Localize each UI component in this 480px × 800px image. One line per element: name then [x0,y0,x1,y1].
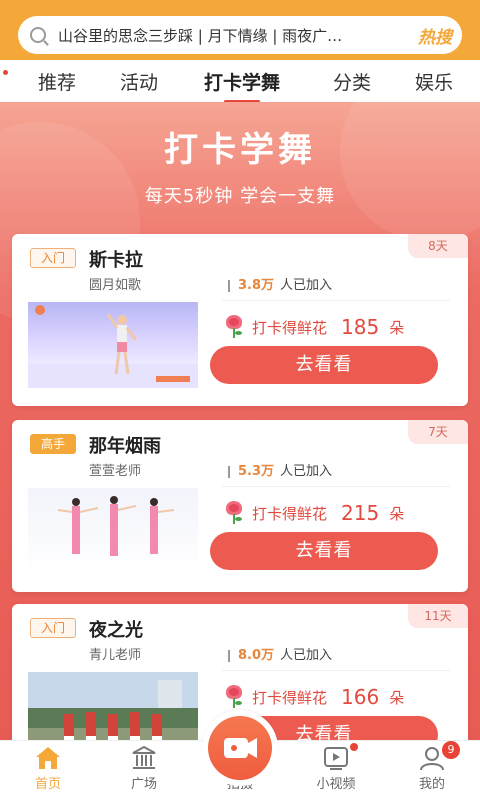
home-icon [36,747,60,769]
hot-search-button[interactable]: 热搜 [418,23,452,48]
course-card[interactable]: 高手 那年烟雨 萱萱老师 7天 5.3万 人已加入 打卡得鲜花 215 朵 去看… [12,420,468,592]
joined-suffix: 人已加入 [280,278,333,293]
reward-row: 打卡得鲜花 166 朵 [224,682,454,712]
level-badge: 高手 [30,434,76,454]
view-button[interactable]: 去看看 [210,532,438,570]
tab-activity[interactable]: 活动 [120,68,158,95]
flower-icon [224,315,244,339]
level-badge: 入门 [30,248,76,268]
flower-icon [224,685,244,709]
days-tag: 7天 [408,420,468,444]
reward-row: 打卡得鲜花 215 朵 [224,498,454,528]
reward-label: 打卡得鲜花 [252,504,328,523]
teacher-name: 青儿老师 [89,648,142,663]
course-title: 斯卡拉 [89,250,143,271]
course-title: 那年烟雨 [89,436,161,457]
view-button[interactable]: 去看看 [210,346,438,384]
hero-subtitle: 每天5秒钟 学会一支舞 [144,186,336,207]
joined-count: 3.8万 [238,278,275,293]
nav-plaza[interactable]: 广场 [96,741,192,800]
joined-count: 5.3万 [238,464,275,479]
reward-unit: 朵 [389,318,405,337]
nav-profile[interactable]: 9 我的 [384,741,480,800]
tab-recommend[interactable]: 推荐 [38,68,76,95]
hero-title: 打卡学舞 [164,130,316,170]
reward-label: 打卡得鲜花 [252,318,328,337]
teacher-name: 萱萱老师 [89,464,142,479]
joined-info: 5.3万 人已加入 [228,460,332,479]
search-bar[interactable]: 山谷里的思念三步踩 | 月下情缘 | 雨夜广… 热搜 [18,16,462,54]
shoot-button[interactable] [202,710,278,786]
top-bar: 山谷里的思念三步踩 | 月下情缘 | 雨夜广… 热搜 [0,0,480,60]
nav-short-video[interactable]: 小视频 [288,741,384,800]
category-tabs: 推荐 活动 打卡学舞 分类 娱乐 [0,60,480,103]
joined-suffix: 人已加入 [280,648,333,663]
video-icon [324,747,348,770]
days-tag: 11天 [408,604,468,628]
reward-count: 166 [341,685,380,709]
camera-icon [224,738,257,758]
nav-home-label: 首页 [34,777,61,792]
nav-plaza-label: 广场 [130,777,157,792]
reward-count: 215 [341,501,380,525]
search-query[interactable]: 山谷里的思念三步踩 | 月下情缘 | 雨夜广… [58,25,410,46]
nav-profile-label: 我的 [418,777,445,792]
nav-short-video-label: 小视频 [316,777,356,792]
message-badge: 9 [442,741,460,759]
reward-unit: 朵 [389,688,405,707]
joined-suffix: 人已加入 [280,464,333,479]
flower-icon [224,501,244,525]
joined-info: 8.0万 人已加入 [228,644,332,663]
tab-checkin-dance[interactable]: 打卡学舞 [204,68,280,103]
notification-dot [3,70,8,75]
tab-entertainment[interactable]: 娱乐 [415,68,453,95]
reward-label: 打卡得鲜花 [252,688,328,707]
course-thumbnail[interactable] [28,302,198,388]
nav-home[interactable]: 首页 [0,741,96,800]
new-video-dot [350,743,358,751]
joined-info: 3.8万 人已加入 [228,274,332,293]
dancers-image [57,496,175,556]
tab-category[interactable]: 分类 [333,68,371,95]
course-thumbnail[interactable] [28,488,198,574]
reward-unit: 朵 [389,504,405,523]
reward-count: 185 [341,315,380,339]
teacher-name: 圆月如歌 [89,278,142,293]
level-badge: 入门 [30,618,76,638]
course-title: 夜之光 [89,620,143,641]
course-card[interactable]: 入门 斯卡拉 圆月如歌 8天 3.8万 人已加入 打卡得鲜花 185 朵 去看看 [12,234,468,406]
search-icon [30,27,46,43]
reward-row: 打卡得鲜花 185 朵 [224,312,454,342]
joined-count: 8.0万 [238,648,275,663]
days-tag: 8天 [408,234,468,258]
plaza-icon [132,745,156,769]
dancer-image [28,305,198,388]
